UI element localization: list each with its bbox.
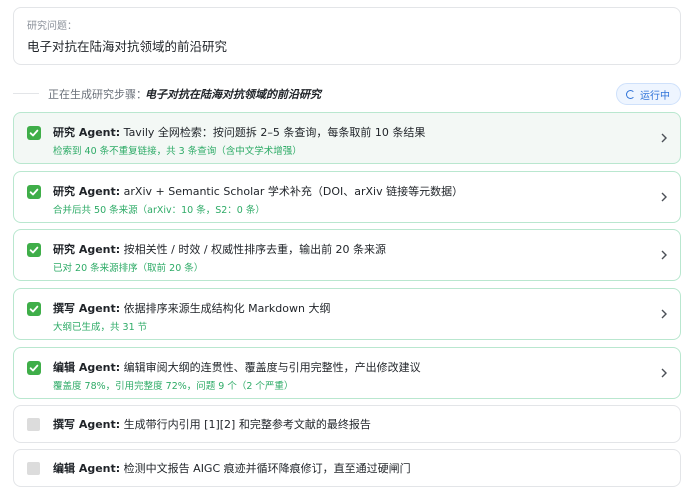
- step-text: 编辑审阅大纲的连贯性、覆盖度与引用完整性，产出修改建议: [120, 361, 421, 374]
- chevron-right-icon[interactable]: [660, 133, 668, 143]
- generation-prefix: 正在生成研究步骤：: [48, 88, 147, 101]
- question-card: 研究问题： 电子对抗在陆海对抗领域的前沿研究: [13, 7, 681, 65]
- step-detail: 大纲已生成，共 31 节: [53, 322, 148, 333]
- step-title: 编辑 Agent: 编辑审阅大纲的连贯性、覆盖度与引用完整性，产出修改建议: [53, 359, 421, 375]
- check-icon: [27, 126, 41, 140]
- step-agent: 撰写 Agent:: [53, 418, 121, 431]
- pending-icon: [27, 418, 40, 431]
- step-text: Tavily 全网检索：按问题拆 2–5 条查询，每条取前 10 条结果: [120, 126, 426, 139]
- step-agent: 编辑 Agent:: [53, 361, 121, 374]
- pending-icon: [27, 462, 40, 475]
- step-detail: 覆盖度 78%，引用完整度 72%，问题 9 个（2 个严重）: [53, 381, 294, 392]
- status-text: 运行中: [640, 90, 670, 102]
- chevron-right-icon[interactable]: [660, 192, 668, 202]
- chevron-right-icon[interactable]: [660, 250, 668, 260]
- step-item[interactable]: 研究 Agent: arXiv + Semantic Scholar 学术补充（…: [13, 171, 681, 223]
- step-title: 研究 Agent: Tavily 全网检索：按问题拆 2–5 条查询，每条取前 …: [53, 124, 425, 140]
- chevron-right-icon[interactable]: [660, 368, 668, 378]
- chevron-right-icon[interactable]: [660, 309, 668, 319]
- step-item[interactable]: 编辑 Agent: 编辑审阅大纲的连贯性、覆盖度与引用完整性，产出修改建议 覆盖…: [13, 347, 681, 399]
- question-label: 研究问题：: [27, 21, 77, 32]
- step-detail: 合并后共 50 条来源（arXiv：10 条，S2：0 条）: [53, 205, 265, 216]
- step-detail: 检索到 40 条不重复链接，共 3 条查询（含中文学术增强）: [53, 146, 302, 157]
- step-text: 依据排序来源生成结构化 Markdown 大纲: [120, 302, 331, 315]
- step-text: 检测中文报告 AIGC 痕迹并循环降痕修订，直至通过硬闸门: [120, 462, 411, 475]
- step-title: 研究 Agent: 按相关性 / 时效 / 权威性排序去重，输出前 20 条来源: [53, 241, 386, 257]
- step-text: 按相关性 / 时效 / 权威性排序去重，输出前 20 条来源: [120, 243, 387, 256]
- step-title: 撰写 Agent: 依据排序来源生成结构化 Markdown 大纲: [53, 300, 330, 316]
- generation-header: 正在生成研究步骤： 电子对抗在陆海对抗领域的前沿研究 运行中: [13, 83, 681, 105]
- step-item[interactable]: 撰写 Agent: 依据排序来源生成结构化 Markdown 大纲 大纲已生成，…: [13, 288, 681, 340]
- check-icon: [27, 302, 41, 316]
- divider: [13, 93, 39, 94]
- question-text: 电子对抗在陆海对抗领域的前沿研究: [27, 39, 228, 54]
- step-item[interactable]: 研究 Agent: Tavily 全网检索：按问题拆 2–5 条查询，每条取前 …: [13, 112, 681, 164]
- generation-title: 电子对抗在陆海对抗领域的前沿研究: [145, 88, 321, 101]
- step-item[interactable]: 撰写 Agent: 生成带行内引用 [1][2] 和完整参考文献的最终报告: [13, 405, 681, 443]
- step-detail: 已对 20 条来源排序（取前 20 条）: [53, 263, 204, 274]
- step-agent: 研究 Agent:: [53, 243, 121, 256]
- step-item[interactable]: 研究 Agent: 按相关性 / 时效 / 权威性排序去重，输出前 20 条来源…: [13, 229, 681, 281]
- check-icon: [27, 243, 41, 257]
- step-agent: 编辑 Agent:: [53, 462, 121, 475]
- step-agent: 研究 Agent:: [53, 185, 121, 198]
- step-title: 研究 Agent: arXiv + Semantic Scholar 学术补充（…: [53, 183, 463, 199]
- step-item[interactable]: 编辑 Agent: 检测中文报告 AIGC 痕迹并循环降痕修订，直至通过硬闸门: [13, 449, 681, 487]
- step-agent: 撰写 Agent:: [53, 302, 121, 315]
- step-title: 撰写 Agent: 生成带行内引用 [1][2] 和完整参考文献的最终报告: [53, 416, 371, 432]
- spinner-icon: [626, 89, 635, 99]
- step-text: 生成带行内引用 [1][2] 和完整参考文献的最终报告: [120, 418, 371, 431]
- status-badge: 运行中: [616, 83, 681, 105]
- check-icon: [27, 361, 41, 375]
- step-title: 编辑 Agent: 检测中文报告 AIGC 痕迹并循环降痕修订，直至通过硬闸门: [53, 460, 411, 476]
- step-agent: 研究 Agent:: [53, 126, 121, 139]
- step-text: arXiv + Semantic Scholar 学术补充（DOI、arXiv …: [120, 185, 464, 198]
- check-icon: [27, 185, 41, 199]
